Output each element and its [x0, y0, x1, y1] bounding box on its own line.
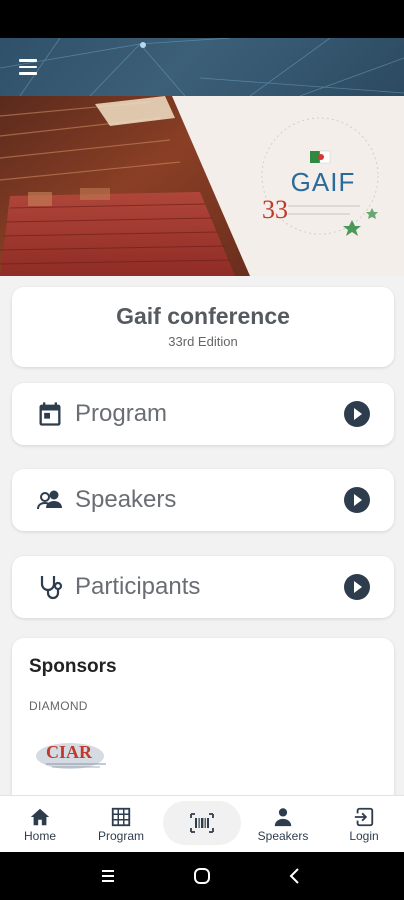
login-icon [354, 807, 374, 827]
tab-login-label: Login [349, 829, 379, 843]
auditorium-image: GAIF 33 [0, 96, 404, 276]
stethoscope-icon [40, 576, 63, 600]
svg-text:GAIF: GAIF [291, 167, 356, 197]
person-icon [274, 808, 292, 827]
barcode-scan-icon [190, 813, 214, 833]
grid-icon [111, 807, 131, 827]
home-icon [30, 808, 50, 826]
tab-program-label: Program [97, 829, 144, 843]
hero-banner: GAIF 33 [0, 96, 404, 276]
network-pattern [0, 38, 404, 96]
chevron-right-icon [344, 487, 370, 513]
tab-home-label: Home [23, 829, 56, 843]
back-icon[interactable] [283, 864, 307, 888]
program-card[interactable]: Program [12, 383, 394, 445]
tab-home[interactable]: Home [0, 796, 80, 853]
conference-title: Gaif conference [116, 303, 290, 329]
calendar-icon [39, 402, 61, 426]
chevron-right-icon [344, 401, 370, 427]
app-bar [0, 38, 404, 96]
status-bar [0, 0, 404, 38]
participants-label: Participants [75, 573, 201, 600]
sponsor-tier-label: DIAMOND [29, 699, 88, 713]
ciar-sponsor-logo[interactable]: CIAR [34, 734, 114, 774]
bottom-navigation: Home Program Speakers Login [0, 795, 404, 852]
scan-button[interactable] [163, 801, 241, 845]
tab-login[interactable]: Login [324, 796, 404, 853]
people-icon [37, 490, 62, 510]
sponsors-heading: Sponsors [29, 656, 117, 677]
conference-subtitle: 33rd Edition [168, 334, 238, 349]
speakers-label: Speakers [75, 486, 177, 513]
home-circle-icon[interactable] [190, 864, 214, 888]
program-label: Program [75, 400, 168, 427]
conference-title-card: Gaif conference 33rd Edition [12, 287, 394, 367]
menu-icon[interactable] [14, 55, 42, 79]
participants-card[interactable]: Participants [12, 556, 394, 618]
svg-text:33: 33 [262, 195, 288, 224]
sponsors-section: Sponsors DIAMOND CIAR [12, 638, 394, 808]
sponsor-logo-text: CIAR [46, 742, 93, 762]
recents-icon[interactable] [96, 864, 120, 888]
speakers-card[interactable]: Speakers [12, 469, 394, 531]
tab-speakers[interactable]: Speakers [243, 796, 323, 853]
tab-speakers-label: Speakers [257, 829, 309, 843]
system-navigation-bar [0, 852, 404, 900]
chevron-right-icon [344, 574, 370, 600]
tab-program[interactable]: Program [81, 796, 161, 853]
